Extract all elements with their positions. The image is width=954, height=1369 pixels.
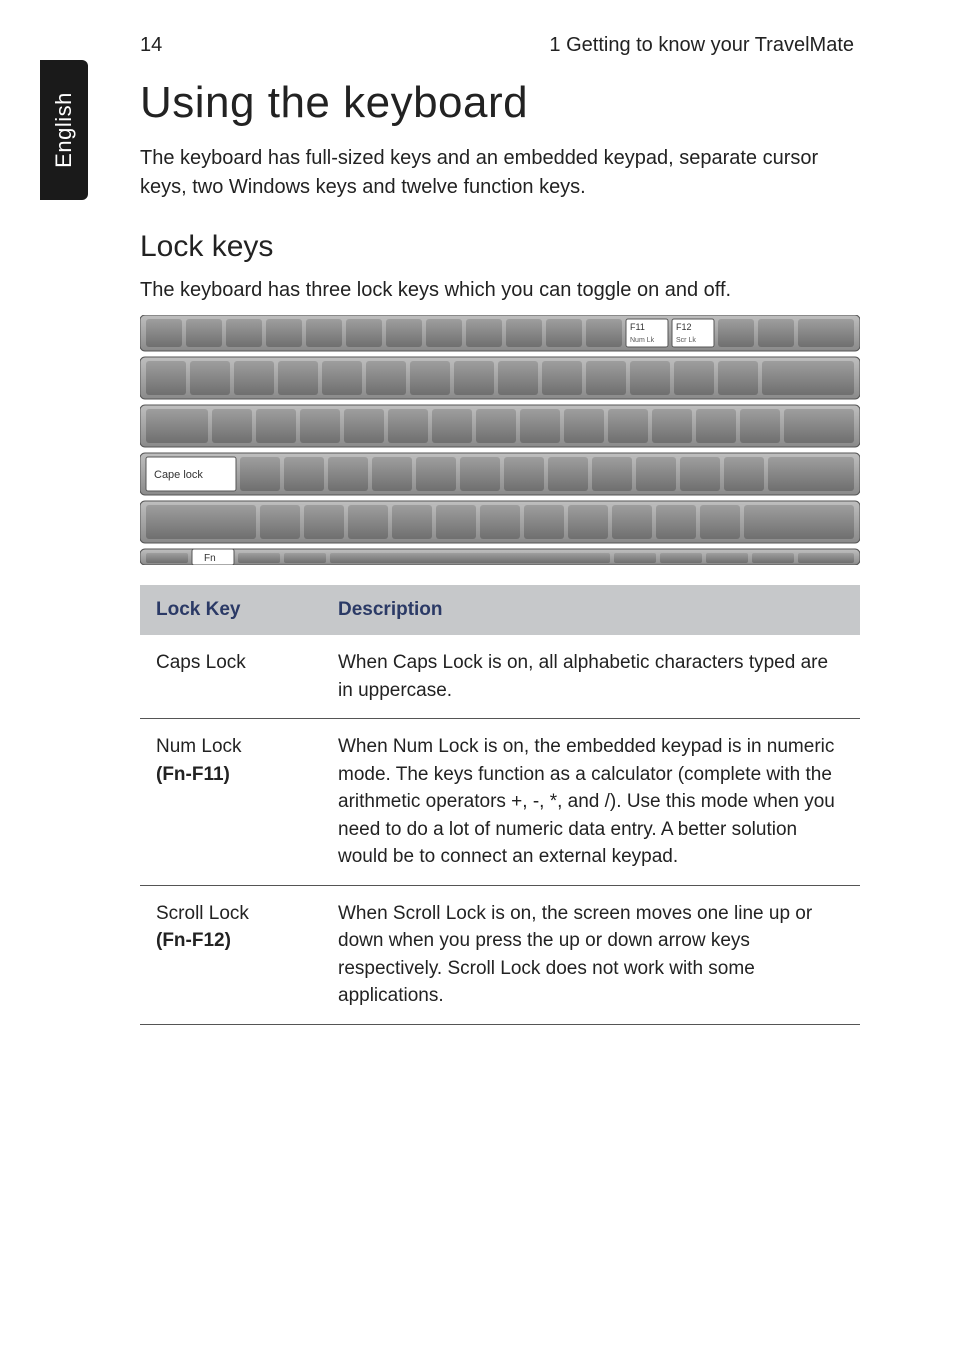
f11-sub-label: Num Lk [630,337,655,344]
caps-lock-key: Cape lock [146,457,236,491]
f11-key: F11 Num Lk [626,319,668,347]
heading-1: Using the keyboard [140,78,860,128]
table-row: Scroll Lock (Fn-F12) When Scroll Lock is… [140,885,860,1024]
page-number: 14 [140,34,162,57]
lock-key-table: Lock Key Description Caps Lock When Caps… [140,585,860,1025]
fn-label: Fn [204,553,216,564]
shift-row [146,505,854,539]
lock-key-name: Caps Lock [156,652,246,673]
lock-key-desc: When Caps Lock is on, all alphabetic cha… [322,635,860,719]
sub-intro-paragraph: The keyboard has three lock keys which y… [140,276,860,305]
caps-row: Cape lock [146,457,854,491]
table-row: Num Lock (Fn-F11) When Num Lock is on, t… [140,719,860,886]
number-row [146,361,854,395]
lock-key-name: Num Lock [156,736,242,757]
heading-2: Lock keys [140,230,860,264]
f12-sub-label: Scr Lk [676,337,696,344]
lock-key-name: Scroll Lock [156,903,249,924]
lock-key-desc: When Scroll Lock is on, the screen moves… [322,885,860,1024]
fn-key: Fn [192,549,234,565]
f11-label: F11 [630,322,645,332]
lock-key-desc: When Num Lock is on, the embedded keypad… [322,719,860,886]
caps-lock-label: Cape lock [154,469,203,481]
lock-key-combo: (Fn-F11) [156,761,306,789]
language-tab-label: English [51,92,77,168]
intro-paragraph: The keyboard has full-sized keys and an … [140,144,860,202]
table-header-key: Lock Key [140,585,322,635]
table-row: Caps Lock When Caps Lock is on, all alph… [140,635,860,719]
function-row: F11 Num Lk F12 Scr Lk [146,319,854,347]
content-area: Using the keyboard The keyboard has full… [140,78,860,1025]
page: English 14 1 Getting to know your Travel… [0,0,954,1369]
f12-label: F12 [676,322,692,332]
lock-key-combo: (Fn-F12) [156,927,306,955]
language-tab: English [40,60,88,200]
chapter-header: 1 Getting to know your TravelMate [549,34,854,57]
f12-key: F12 Scr Lk [672,319,714,347]
keyboard-illustration: F11 Num Lk F12 Scr Lk [140,315,860,565]
table-header-desc: Description [322,585,860,635]
